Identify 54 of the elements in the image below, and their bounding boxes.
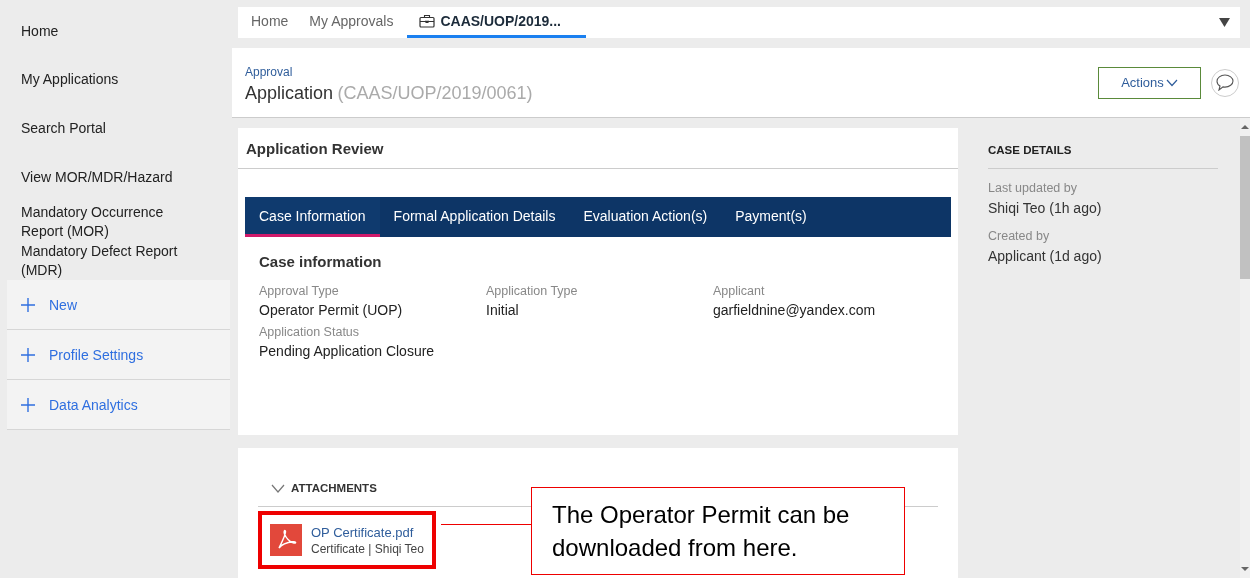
tab[interactable]: CAAS/UOP/2019... (407, 7, 586, 38)
callout-note: The Operator Permit can be downloaded from here. (531, 487, 905, 575)
sidebar-item[interactable]: View MOR/MDR/Hazard (7, 153, 230, 202)
actions-button[interactable]: Actions (1098, 66, 1201, 99)
sidebar-item[interactable]: Mandatory Occurrence Report (MOR) (7, 202, 230, 241)
chevron-icon (1165, 78, 1178, 87)
page-title: Application (245, 83, 334, 103)
field-value: Pending Application Closure (259, 343, 436, 359)
attachment-item[interactable]: OP Certificate.pdf Certificate | Shiqi Teo (258, 511, 436, 569)
tab[interactable]: Home (244, 7, 303, 38)
field-label: Applicant (713, 284, 766, 298)
field-value: Operator Permit (UOP) (259, 302, 404, 318)
file-meta: Certificate | Shiqi Teo (311, 541, 424, 556)
dropdown-icon[interactable] (1219, 18, 1230, 27)
briefcase-icon (419, 14, 436, 28)
tab[interactable]: Payment(s) (721, 197, 821, 237)
panel-title: CASE DETAILS (988, 144, 1218, 169)
section-title: ATTACHMENTS (291, 482, 377, 494)
section-label: Profile Settings (49, 346, 144, 363)
sidebar-section[interactable]: Data Analytics (7, 380, 230, 430)
sidebar-item[interactable]: My Applications (7, 55, 230, 104)
field-value: Applicant (1d ago) (988, 248, 1103, 264)
pdf-icon (270, 524, 302, 556)
breadcrumb-link[interactable]: Approval (245, 65, 533, 79)
sidebar-item[interactable]: Mandatory Defect Report (MDR) (7, 241, 230, 280)
plus-icon (21, 347, 35, 362)
tab[interactable]: Case Information (245, 197, 380, 237)
tab[interactable]: Evaluation Action(s) (569, 197, 722, 237)
scroll-down-icon[interactable] (1241, 566, 1249, 572)
chevron-icon[interactable] (271, 483, 285, 493)
field-value: Shiqi Teo (1h ago) (988, 200, 1103, 216)
scroll-up-icon[interactable] (1241, 124, 1249, 130)
file-link[interactable]: OP Certificate.pdf (311, 524, 424, 540)
field-label: Application Status (259, 325, 361, 339)
sidebar-section[interactable]: Profile Settings (7, 330, 230, 380)
section-label: New (49, 296, 77, 313)
sidebar-section[interactable]: New (7, 280, 230, 330)
field-value: Initial (486, 302, 520, 318)
field-label: Application Type (486, 284, 579, 298)
field-value: garfieldnine@yandex.com (713, 302, 877, 318)
section-label: Data Analytics (49, 396, 138, 413)
plus-icon (21, 397, 35, 412)
sidebar-item[interactable]: Search Portal (7, 104, 230, 153)
field-label: Last updated by (988, 181, 1078, 195)
plus-icon (21, 297, 35, 312)
tab[interactable]: Formal Application Details (379, 197, 570, 237)
card-title: Application Review (238, 128, 958, 169)
field-label: Approval Type (259, 284, 340, 298)
section-title: Case information (259, 253, 383, 270)
case-id: (CAAS/UOP/2019/0061) (337, 83, 533, 103)
field-label: Created by (988, 229, 1051, 243)
speech-bubble-icon (1216, 74, 1234, 91)
sidebar-item[interactable]: Home (7, 7, 230, 55)
tab[interactable]: My Approvals (302, 7, 408, 38)
